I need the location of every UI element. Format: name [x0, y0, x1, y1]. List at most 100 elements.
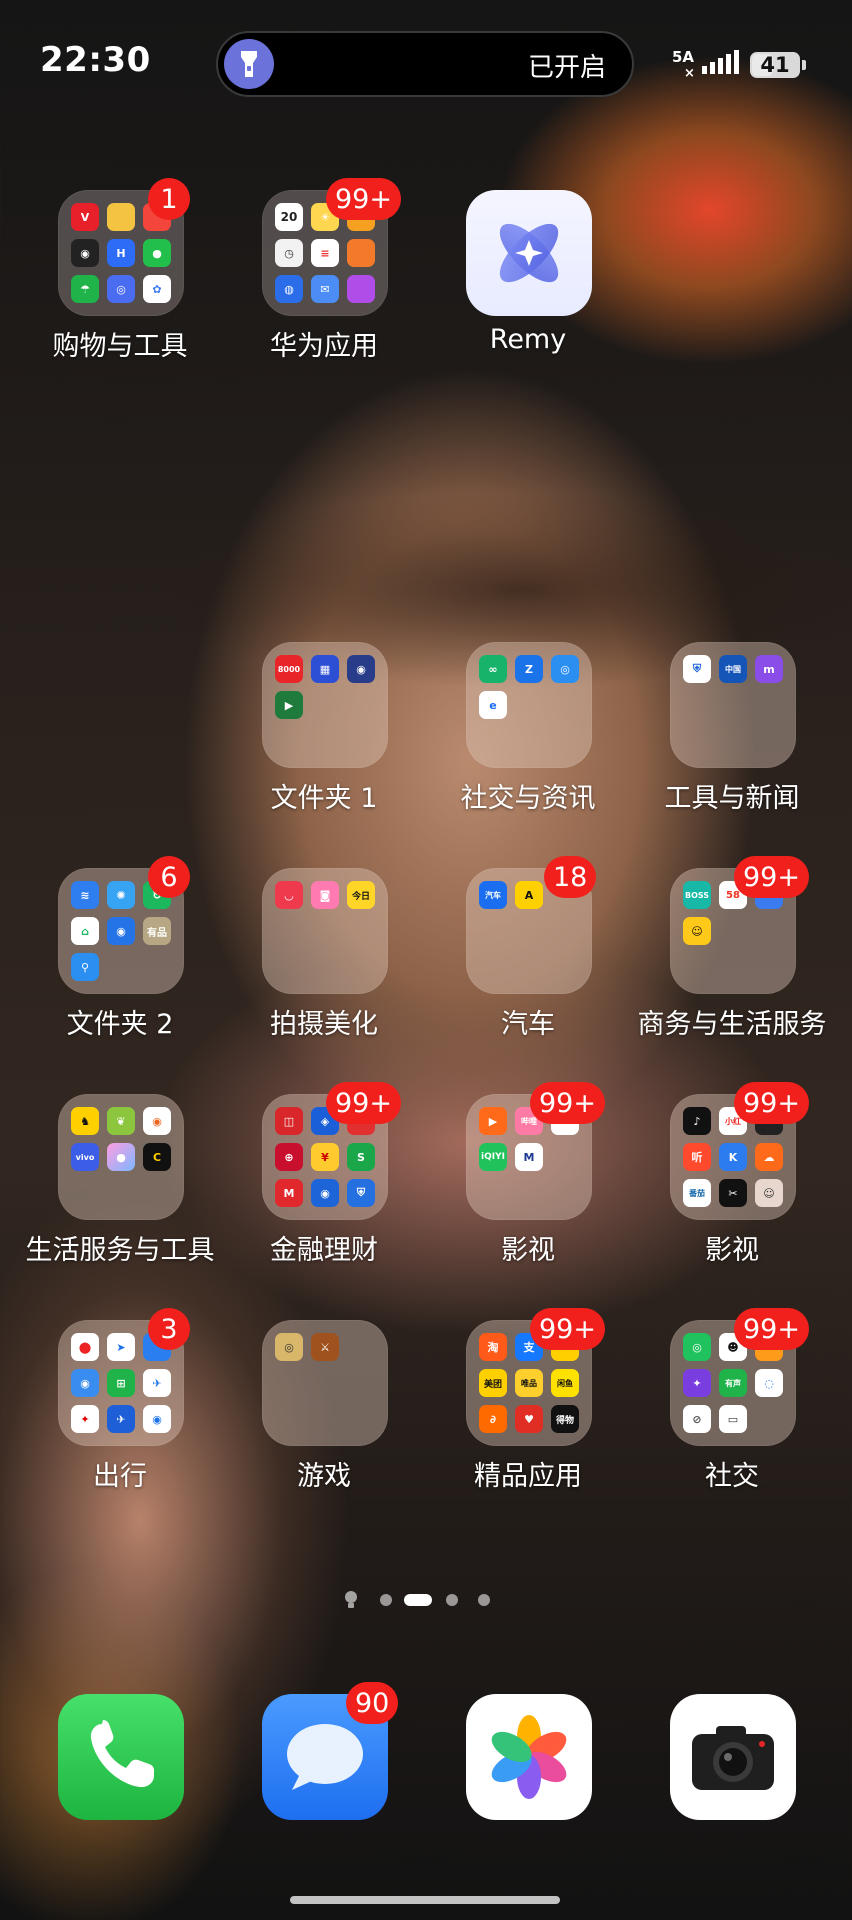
- gamepad-icon: ◉: [71, 239, 99, 267]
- status-bar: 22:30 已开启 5A × 41: [0, 0, 852, 130]
- yuan-icon: ¥: [311, 1143, 339, 1171]
- capcut-icon: ✂: [719, 1179, 747, 1207]
- page-dot[interactable]: [446, 1594, 458, 1606]
- camera-beauty-icon: ◙: [311, 881, 339, 909]
- location-icon: ◉: [143, 1405, 171, 1433]
- m-app-icon: m: [755, 655, 783, 683]
- mail-icon: ✉: [311, 275, 339, 303]
- page-indicator[interactable]: [344, 1590, 504, 1610]
- notification-badge: 90: [346, 1682, 399, 1724]
- bank-icon: ◫: [275, 1107, 303, 1135]
- map-pin-icon: ⬤: [71, 1333, 99, 1361]
- flashlight-icon: [224, 39, 274, 89]
- app-8000-icon: 8000: [275, 655, 303, 683]
- phone-icon: [90, 1720, 154, 1788]
- notes-icon: ≡: [311, 239, 339, 267]
- iqiyi-icon: iQIYI: [479, 1143, 507, 1171]
- app-label: Remy: [489, 324, 567, 355]
- no-data-icon: ×: [684, 66, 695, 81]
- meituan-app-icon: 美团: [479, 1369, 507, 1397]
- police-app-icon: ⛨: [683, 655, 711, 683]
- compass-app-icon: ◎: [551, 655, 579, 683]
- remy-icon: [466, 190, 592, 316]
- meitu-icon: ◡: [275, 881, 303, 909]
- huawei-app-icon: H: [107, 239, 135, 267]
- boss-icon: BOSS: [683, 881, 711, 909]
- railway-icon: ⊞: [107, 1369, 135, 1397]
- flashlight-live-pill[interactable]: 已开启: [216, 31, 634, 97]
- app-label: 工具与新闻: [664, 783, 800, 814]
- gallery-app[interactable]: [466, 1694, 592, 1820]
- notification-badge: 1: [148, 178, 190, 220]
- eye-app-icon: ◉: [311, 1179, 339, 1207]
- douyin-icon: ♪: [683, 1107, 711, 1135]
- wallet-icon: [107, 203, 135, 231]
- folder-tile: ∞ Z ◎ e: [466, 642, 592, 768]
- camera-app[interactable]: [670, 1694, 796, 1820]
- abc-bank-icon: S: [347, 1143, 375, 1171]
- compass-icon: ◎: [107, 275, 135, 303]
- page-dot[interactable]: [478, 1594, 490, 1606]
- gradient-app-icon: ●: [107, 1143, 135, 1171]
- video-orange-icon: ▶: [479, 1107, 507, 1135]
- airline-icon: ✦: [71, 1405, 99, 1433]
- autohome-icon: 汽车: [479, 881, 507, 909]
- taobao-icon: 淘: [479, 1333, 507, 1361]
- paper-plane-icon: ➤: [107, 1333, 135, 1361]
- folder-tile: 8000 ▦ ◉ ▶: [262, 642, 388, 768]
- status-time: 22:30: [40, 40, 151, 80]
- bulb-icon: [345, 1591, 357, 1608]
- notification-badge: 99+: [734, 1308, 809, 1350]
- pinduoduo-icon: ♥: [515, 1405, 543, 1433]
- radio-icon: ◉: [347, 655, 375, 683]
- page-dot[interactable]: [380, 1594, 392, 1606]
- calendar-icon: 20: [275, 203, 303, 231]
- folder-tile: ◎ ⚔: [262, 1320, 388, 1446]
- notification-badge: 99+: [530, 1308, 605, 1350]
- flashlight-status-text: 已开启: [527, 53, 606, 83]
- app-label: 社交: [705, 1461, 759, 1492]
- home-app-icon: ⌂: [71, 917, 99, 945]
- qingshu-icon: 番茄: [683, 1179, 711, 1207]
- meituan-icon: ☺: [683, 917, 711, 945]
- notification-badge: 99+: [734, 856, 809, 898]
- wechat-icon: ◎: [683, 1333, 711, 1361]
- messages-app[interactable]: 90: [262, 1682, 399, 1820]
- qzone-icon: ◌: [755, 1369, 783, 1397]
- grid-app-icon: ▦: [311, 655, 339, 683]
- browser-icon: ◍: [275, 275, 303, 303]
- vivo-icon: vivo: [71, 1143, 99, 1171]
- folder-tile: ♞ ❦ ◉ vivo ● C: [58, 1094, 184, 1220]
- broadcast-icon: ◉: [107, 917, 135, 945]
- gallery-flower-icon: [491, 1715, 567, 1799]
- fire-app-icon: ☁: [755, 1143, 783, 1171]
- phone-app[interactable]: [58, 1694, 184, 1820]
- weibo-icon: ◉: [143, 1107, 171, 1135]
- leaf-app-icon: ❦: [107, 1107, 135, 1135]
- jinri-icon: 今日: [347, 881, 375, 909]
- home-indicator[interactable]: [290, 1896, 560, 1904]
- vmall-icon: V: [71, 203, 99, 231]
- signal-bars-icon: [702, 50, 739, 74]
- clock-icon: ◷: [275, 239, 303, 267]
- infinity-app-icon: ∞: [479, 655, 507, 683]
- app-label: 商务与生活服务: [637, 1009, 827, 1040]
- umbrella-icon: ☂: [71, 275, 99, 303]
- mango-icon: M: [515, 1143, 543, 1171]
- page-dot-active[interactable]: [404, 1594, 432, 1606]
- camera-icon: [692, 1726, 774, 1790]
- k-app-icon: K: [719, 1143, 747, 1171]
- themes-icon: [347, 275, 375, 303]
- alibaba-icon: ∂: [479, 1405, 507, 1433]
- battery-icon: 41: [750, 52, 800, 78]
- colors-icon: ✿: [143, 275, 171, 303]
- notification-badge: 18: [544, 856, 597, 898]
- notification-badge: 99+: [530, 1082, 605, 1124]
- social-purple-icon: ✦: [683, 1369, 711, 1397]
- folder-tile: ◡ ◙ 今日: [262, 868, 388, 994]
- notification-badge: 99+: [326, 178, 401, 220]
- didi-icon: ◉: [71, 1369, 99, 1397]
- link-icon: ⊘: [683, 1405, 711, 1433]
- game-ring-icon: ◎: [275, 1333, 303, 1361]
- notification-badge: 99+: [734, 1082, 809, 1124]
